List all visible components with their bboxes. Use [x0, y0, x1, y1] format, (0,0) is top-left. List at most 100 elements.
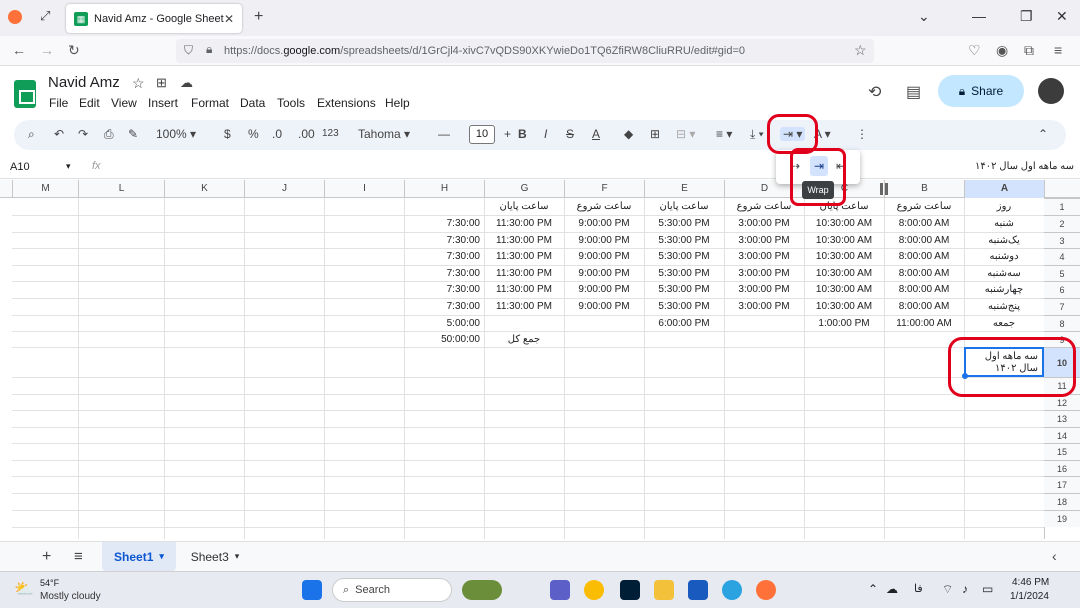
row-header[interactable]: 8: [1044, 315, 1080, 331]
cell-f2[interactable]: 9:00:00 PM: [564, 215, 644, 232]
extensions-icon[interactable]: ⧉: [1024, 42, 1034, 59]
cell-h8[interactable]: 5:00:00: [404, 315, 484, 331]
menu-help[interactable]: Help: [385, 96, 410, 110]
version-history-icon[interactable]: ⟲: [868, 82, 881, 102]
tray-chevron-icon[interactable]: ⌃: [868, 582, 878, 596]
telegram-icon[interactable]: [722, 580, 742, 600]
cell-e6[interactable]: 5:30:00 PM: [644, 281, 724, 298]
tray-app-icon[interactable]: ☁: [886, 582, 898, 596]
decrease-decimal-button[interactable]: .0: [272, 127, 282, 141]
row-header[interactable]: 5: [1044, 265, 1080, 281]
cell-a6[interactable]: چهارشنبه: [964, 281, 1044, 298]
cell-g6[interactable]: 11:30:00 PM: [484, 281, 564, 298]
row-header[interactable]: 6: [1044, 281, 1080, 298]
column-header[interactable]: H: [404, 180, 484, 198]
cell-a4[interactable]: دوشنبه: [964, 248, 1044, 265]
font-size-input[interactable]: 10: [469, 125, 495, 144]
column-header[interactable]: E: [644, 180, 724, 198]
cell-b2[interactable]: 8:00:00 AM: [884, 215, 964, 232]
address-bar[interactable]: ⛉ 🔒︎ https://docs. google.com/spreadsheet…: [176, 39, 874, 63]
browser-tab[interactable]: ▦ Navid Amz - Google Sheets ✕: [66, 4, 242, 33]
cell-g7[interactable]: 11:30:00 PM: [484, 298, 564, 315]
cell-c5[interactable]: 10:30:00 AM: [804, 265, 884, 281]
minimize-icon[interactable]: —: [972, 8, 986, 24]
increase-font-icon[interactable]: +: [504, 127, 511, 141]
formula-input[interactable]: سه ماهه اول سال ۱۴۰۲: [975, 161, 1074, 172]
restore-icon[interactable]: ❐: [1020, 8, 1033, 25]
cell-g8[interactable]: [484, 315, 564, 331]
cell-h5[interactable]: 7:30:00: [404, 265, 484, 281]
comments-icon[interactable]: ▤: [906, 82, 921, 102]
cell-a5[interactable]: سه‌شنبه: [964, 265, 1044, 281]
taskbar-search[interactable]: ⌕ Search: [332, 578, 452, 602]
cell-c6[interactable]: 10:30:00 AM: [804, 281, 884, 298]
column-header[interactable]: F: [564, 180, 644, 198]
menu-format[interactable]: Format: [191, 96, 229, 110]
sheets-logo[interactable]: [14, 80, 36, 108]
increase-decimal-button[interactable]: .00: [298, 127, 315, 141]
bold-button[interactable]: B: [518, 127, 527, 141]
scroll-tabs-icon[interactable]: ‹: [1052, 548, 1057, 564]
row-header[interactable]: 1: [1044, 198, 1080, 215]
account-icon[interactable]: ◉: [996, 42, 1008, 59]
chevron-down-icon[interactable]: ▾: [235, 551, 240, 562]
cell-b4[interactable]: 8:00:00 AM: [884, 248, 964, 265]
cell-h7[interactable]: 7:30:00: [404, 298, 484, 315]
volume-icon[interactable]: ♪: [962, 582, 968, 596]
shield-icon[interactable]: ⛉: [184, 43, 193, 58]
corner-cell[interactable]: [0, 180, 12, 198]
horizontal-align-icon[interactable]: ≡ ▾: [716, 127, 732, 141]
reload-icon[interactable]: ↻: [68, 42, 80, 59]
column-header[interactable]: B: [884, 180, 964, 198]
redo-icon[interactable]: ↷: [78, 127, 88, 141]
column-header[interactable]: J: [244, 180, 324, 198]
cell-e8[interactable]: 6:00:00 PM: [644, 315, 724, 331]
menu-view[interactable]: View: [111, 96, 137, 110]
more-options-icon[interactable]: ⋮: [856, 127, 868, 141]
cell-f6[interactable]: 9:00:00 PM: [564, 281, 644, 298]
menu-insert[interactable]: Insert: [148, 96, 178, 110]
name-box-dropdown-icon[interactable]: ▾: [66, 161, 71, 172]
paint-format-icon[interactable]: ✎: [128, 127, 138, 141]
row-header[interactable]: 19: [1044, 510, 1080, 527]
forward-icon[interactable]: →: [40, 42, 54, 58]
row-header[interactable]: 3: [1044, 232, 1080, 248]
cell-d8[interactable]: [724, 315, 804, 331]
battery-icon[interactable]: ▭: [982, 582, 993, 596]
cell-a7[interactable]: پنج‌شنبه: [964, 298, 1044, 315]
row-header[interactable]: 2: [1044, 215, 1080, 232]
clock-time[interactable]: 4:46 PM: [1012, 577, 1049, 588]
print-icon[interactable]: ⎙: [104, 127, 114, 142]
cell-e5[interactable]: 5:30:00 PM: [644, 265, 724, 281]
column-header[interactable]: M: [12, 180, 78, 198]
row-header[interactable]: 7: [1044, 298, 1080, 315]
cell-h6[interactable]: 7:30:00: [404, 281, 484, 298]
cell-d2[interactable]: 3:00:00 PM: [724, 215, 804, 232]
cell-e4[interactable]: 5:30:00 PM: [644, 248, 724, 265]
column-header[interactable]: L: [78, 180, 164, 198]
cell-c7[interactable]: 10:30:00 AM: [804, 298, 884, 315]
doc-title[interactable]: Navid Amz: [48, 74, 120, 91]
cell-e1[interactable]: ساعت پایان: [644, 198, 724, 215]
cell-a1[interactable]: روز: [964, 198, 1044, 215]
menu-file[interactable]: File: [49, 96, 68, 110]
row-header[interactable]: 4: [1044, 248, 1080, 265]
word-icon[interactable]: [688, 580, 708, 600]
move-folder-icon[interactable]: ⊞: [156, 75, 167, 91]
cell-g1[interactable]: ساعت پایان: [484, 198, 564, 215]
row-header[interactable]: 16: [1044, 460, 1080, 476]
cell-f3[interactable]: 9:00:00 PM: [564, 232, 644, 248]
menu-extensions[interactable]: Extensions: [317, 96, 376, 110]
file-explorer-icon[interactable]: [654, 580, 674, 600]
cell-a8[interactable]: جمعه: [964, 315, 1044, 331]
cell-d7[interactable]: 3:00:00 PM: [724, 298, 804, 315]
language-indicator[interactable]: فا: [914, 582, 923, 595]
text-color-icon[interactable]: A: [592, 127, 600, 141]
cell-b8[interactable]: 11:00:00 AM: [884, 315, 964, 331]
menu-data[interactable]: Data: [240, 96, 265, 110]
cell-g2[interactable]: 11:30:00 PM: [484, 215, 564, 232]
menu-tools[interactable]: Tools: [277, 96, 305, 110]
cell-e7[interactable]: 5:30:00 PM: [644, 298, 724, 315]
all-sheets-icon[interactable]: ≡: [74, 548, 83, 565]
cell-g5[interactable]: 11:30:00 PM: [484, 265, 564, 281]
